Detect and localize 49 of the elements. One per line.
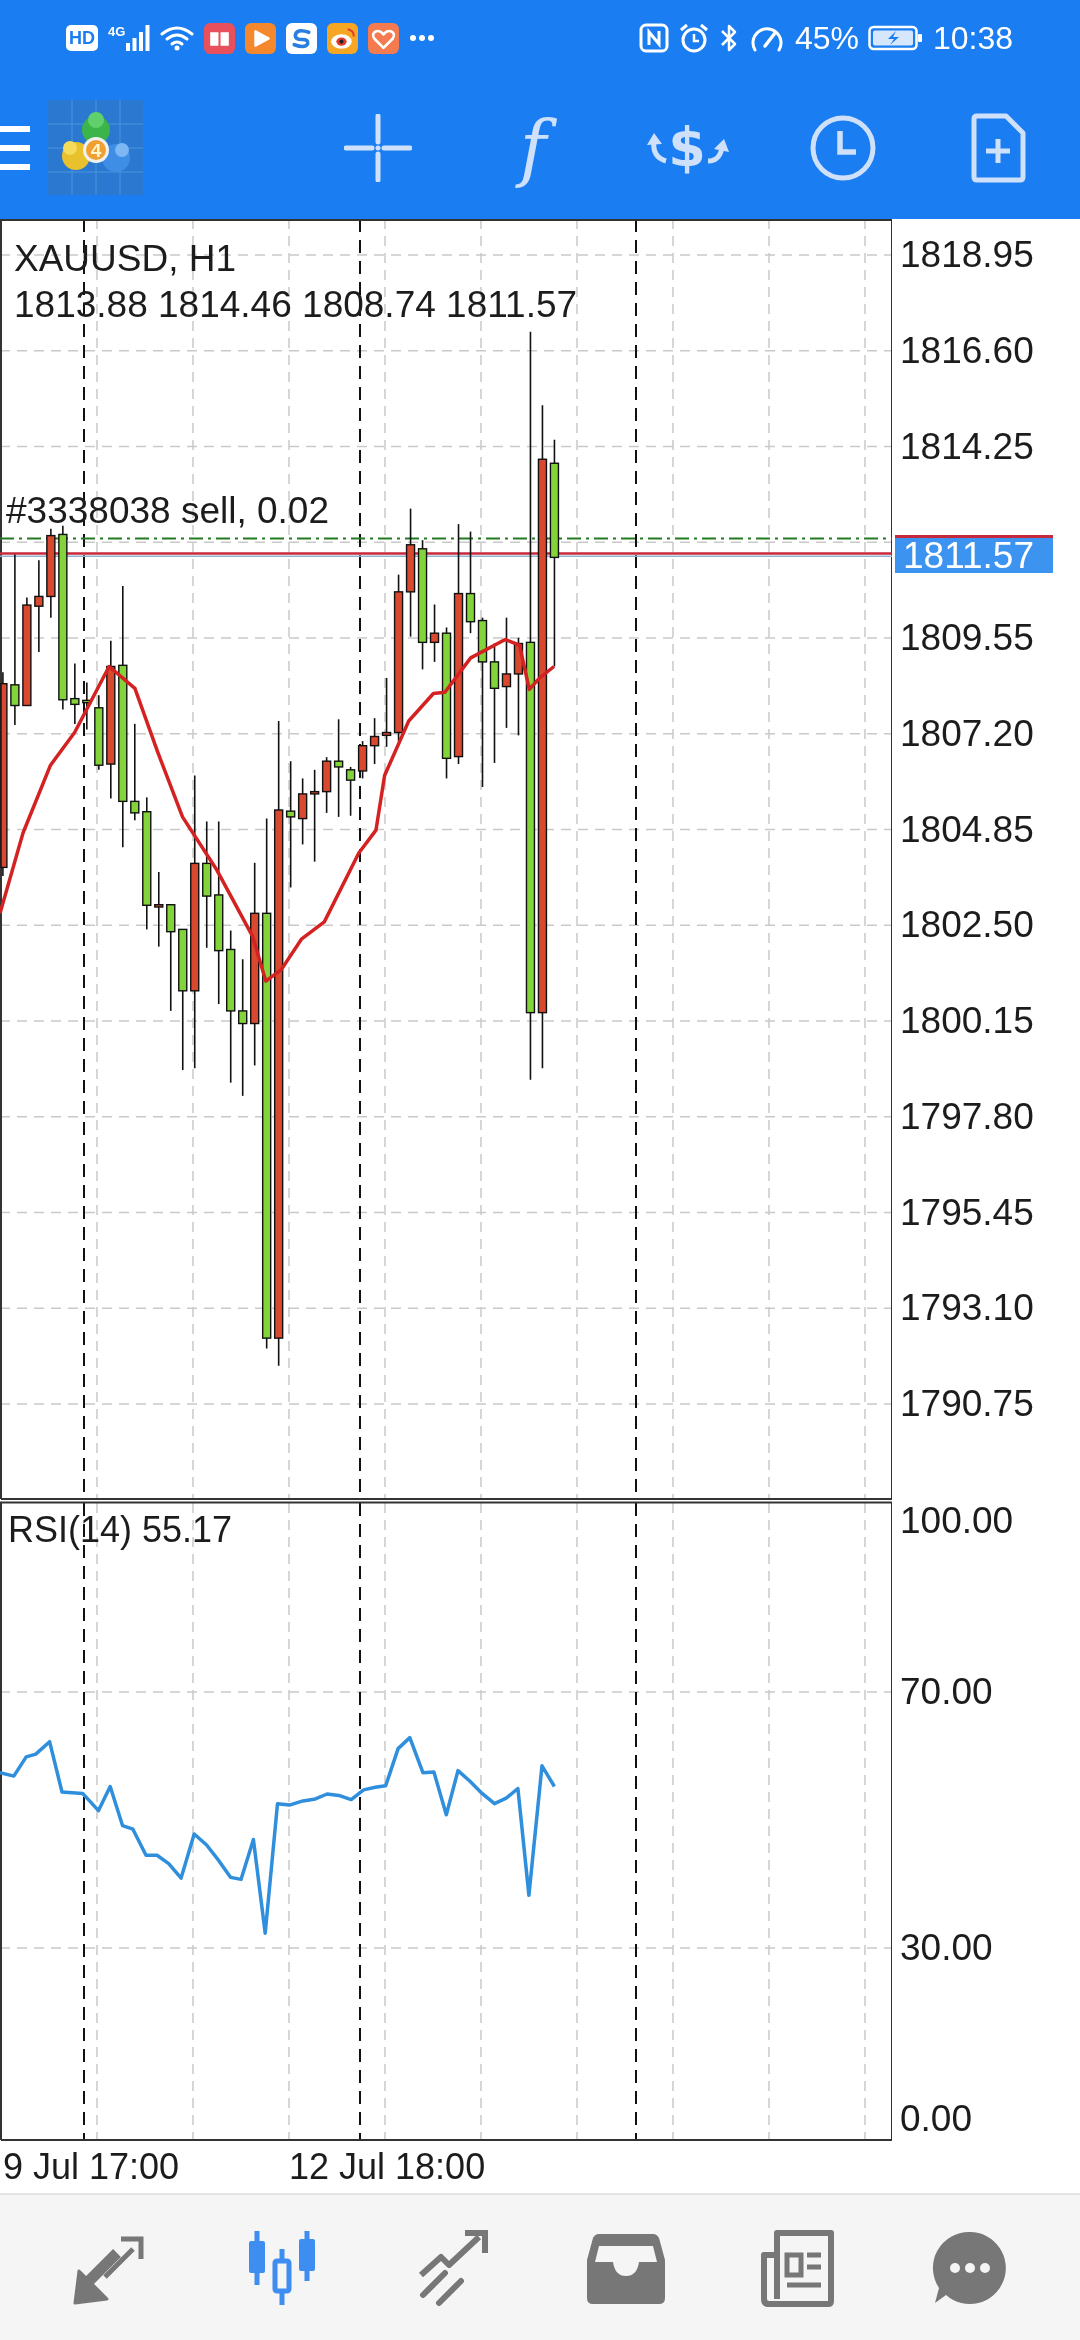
price-axis-label: 1814.25	[900, 425, 1034, 468]
menu-icon[interactable]	[0, 125, 30, 170]
rsi-axis-label: 70.00	[900, 1671, 993, 1713]
price-axis-label: 1818.95	[900, 234, 1034, 276]
price-axis-label: 1807.20	[900, 712, 1034, 755]
more-icon	[409, 34, 436, 42]
chat-icon	[932, 2229, 1008, 2306]
network-type-label: 4G	[108, 25, 126, 39]
rsi-axis-label: 30.00	[900, 1927, 993, 1969]
price-tag: 1811.57	[895, 535, 1053, 573]
price-axis-label: 1809.55	[900, 617, 1034, 659]
signal-icon	[126, 25, 151, 51]
hd-badge: HD	[66, 25, 98, 51]
battery-percent: 45%	[794, 20, 859, 56]
price-axis-label: 1816.60	[900, 329, 1034, 372]
price-axis-label: 1793.10	[900, 1287, 1034, 1330]
app-logo-icon: 4	[48, 100, 143, 195]
play-icon	[245, 22, 277, 54]
price-axis-label: 1790.75	[900, 1383, 1034, 1425]
price-axis-label: 1797.80	[900, 1095, 1034, 1138]
price-axis-label: 1802.50	[900, 904, 1034, 947]
rsi-axis-label: 100.00	[900, 1500, 1014, 1542]
price-axis-label: 1804.85	[900, 808, 1034, 851]
price-axis-label: 1795.45	[900, 1191, 1034, 1234]
rsi-label: RSI(14) 55.17	[8, 1509, 233, 1551]
wifi-icon	[160, 25, 195, 51]
eye-icon	[327, 22, 359, 54]
book-icon	[204, 22, 236, 54]
bluetooth-icon	[718, 22, 739, 54]
trade-button[interactable]: $	[633, 92, 743, 203]
swirl-icon	[286, 22, 318, 54]
inbox-icon	[587, 2231, 665, 2304]
rsi-axis-label: 0.00	[900, 2098, 972, 2140]
indicators-button[interactable]: f	[478, 92, 588, 203]
nfc-icon	[638, 23, 669, 53]
clock-icon	[810, 114, 876, 181]
battery-icon	[867, 24, 924, 52]
chart-symbol-label: XAUUSD, H1	[14, 237, 237, 281]
candle	[70, 662, 80, 725]
newspaper-icon	[761, 2228, 835, 2307]
order-label: #3338038 sell, 0.02	[6, 490, 329, 532]
alarm-icon	[677, 22, 710, 54]
time-axis-label: 12 Jul 18:00	[289, 2146, 486, 2188]
new-document-icon	[970, 112, 1026, 183]
time-axis-label: 9 Jul 17:00	[3, 2146, 180, 2188]
price-axis-label: 1800.15	[900, 1000, 1034, 1042]
crosshair-icon	[344, 113, 412, 182]
clock-time: 10:38	[932, 20, 1013, 56]
ohlc-values: 1813.88 1814.46 1808.74 1811.57	[14, 283, 578, 327]
